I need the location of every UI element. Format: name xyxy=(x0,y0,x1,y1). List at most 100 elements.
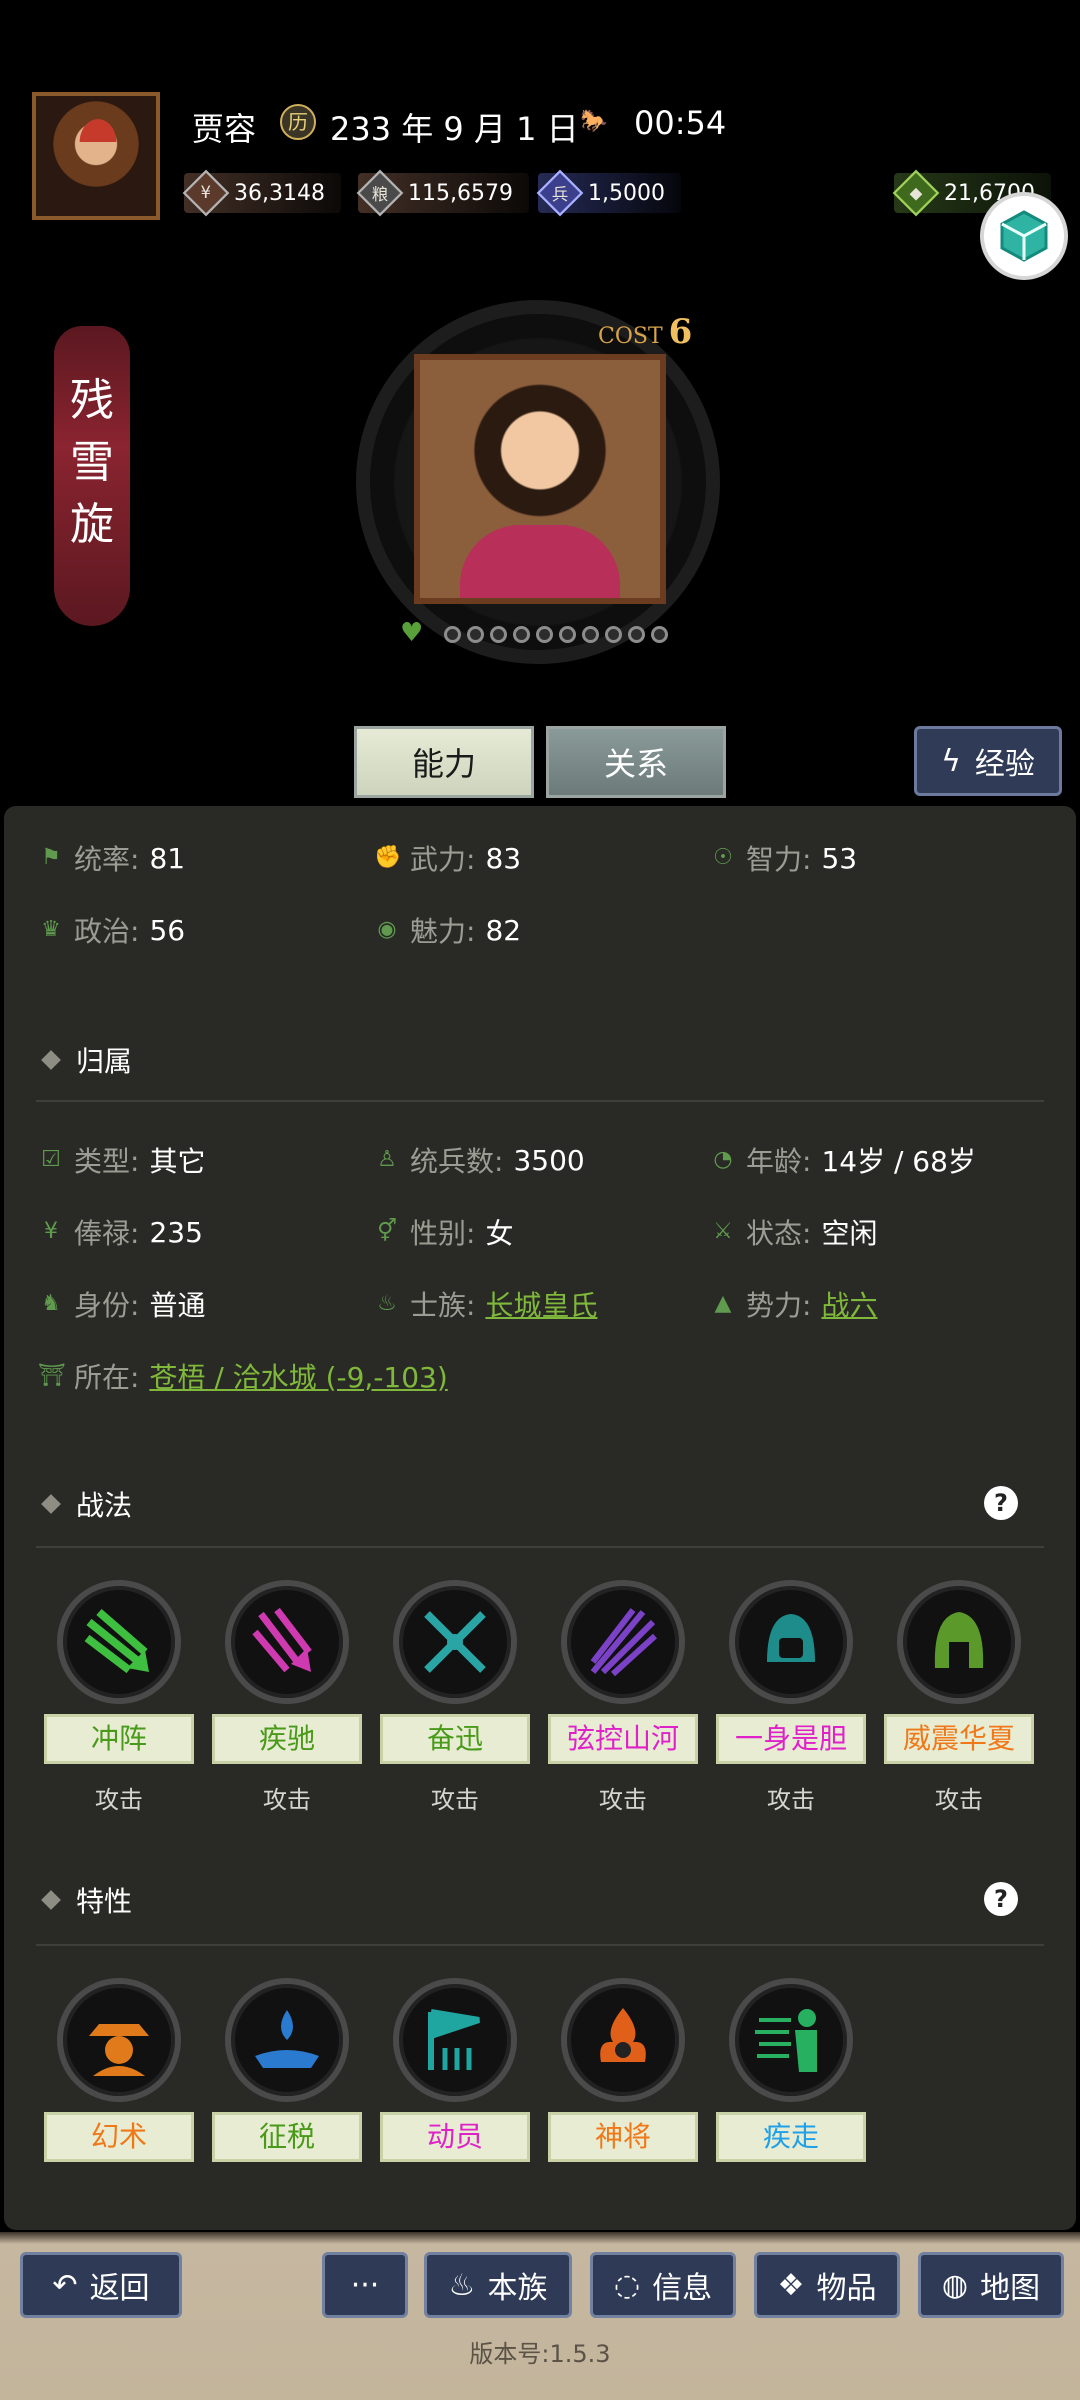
divider xyxy=(36,1546,1044,1548)
tactic-type: 攻击 xyxy=(431,1786,479,1814)
more-icon: ··· xyxy=(350,2267,380,2303)
clan-icon: ♨ xyxy=(448,2267,476,2303)
roaring-helmet-icon xyxy=(729,1580,853,1704)
trait-name: 征税 xyxy=(212,2112,362,2162)
diamond-icon xyxy=(41,1890,61,1910)
globe-icon: ◍ xyxy=(941,2267,969,2303)
character-portrait[interactable] xyxy=(414,354,666,604)
trait-name: 疾走 xyxy=(716,2112,866,2162)
brain-icon: ☉ xyxy=(713,845,733,870)
favor-dot xyxy=(536,625,553,643)
items-button[interactable]: ❖ 物品 xyxy=(754,2252,900,2318)
chest-icon: ❖ xyxy=(777,2267,805,2303)
stat-command: ⚑ 统率: 81 xyxy=(38,838,185,878)
info-faction: ▲ 势力: 战六 xyxy=(710,1284,878,1324)
info-location: ⛩ 所在: 苍梧 / 洽水城 (-9,-103) xyxy=(38,1356,448,1396)
game-date: 233 年 9 月 1 日 xyxy=(330,110,579,148)
flag-icon: ⚑ xyxy=(41,845,61,870)
info-age: ◔ 年龄: 14岁 / 68岁 xyxy=(710,1140,976,1180)
player-name: 贾容 xyxy=(192,110,257,148)
trait-item[interactable]: 动员 xyxy=(380,1978,530,2162)
chess-piece-icon: ♞ xyxy=(41,1291,61,1316)
diamond-icon xyxy=(41,1050,61,1070)
resource-grain[interactable]: 粮 115,6579 xyxy=(356,168,529,218)
tactic-name: 一身是胆 xyxy=(716,1714,866,1764)
favor-dot xyxy=(467,625,484,643)
fist-icon: ✊ xyxy=(374,845,402,870)
diamond-icon xyxy=(41,1494,61,1514)
tab-relation[interactable]: 关系 xyxy=(546,726,726,798)
tactic-item[interactable]: 一身是胆 攻击 xyxy=(716,1580,866,1815)
info-clan: ♨ 士族: 长城皇氏 xyxy=(374,1284,597,1324)
tactic-name: 威震华夏 xyxy=(884,1714,1034,1764)
charge-arrows-icon xyxy=(57,1580,181,1704)
traits-help-icon[interactable]: ? xyxy=(984,1882,1018,1916)
back-button[interactable]: ↶ 返回 xyxy=(20,2252,182,2318)
info-button[interactable]: ◌ 信息 xyxy=(590,2252,736,2318)
running-figure-icon xyxy=(729,1978,853,2102)
stat-force: ✊ 武力: 83 xyxy=(374,841,522,877)
version-label: 版本号:1.5.3 xyxy=(469,2340,611,2368)
tactic-type: 攻击 xyxy=(95,1786,143,1814)
tactic-name: 弦控山河 xyxy=(548,1714,698,1764)
favor-dot xyxy=(444,625,461,643)
tactic-type: 攻击 xyxy=(935,1786,983,1814)
divider xyxy=(36,1944,1044,1946)
chat-bubble-icon: ◌ xyxy=(613,2267,641,2303)
arrow-volley-icon xyxy=(561,1580,685,1704)
back-arrow-icon: ↶ xyxy=(52,2267,78,2303)
gallop-arrows-icon xyxy=(225,1580,349,1704)
section-tactics: 战法 xyxy=(41,1484,132,1524)
favor-dot xyxy=(582,625,599,643)
resource-coin[interactable]: ¥ 36,3148 xyxy=(182,168,341,218)
tactic-item[interactable]: 奋迅 攻击 xyxy=(380,1580,530,1815)
trait-name: 幻术 xyxy=(44,2112,194,2162)
spartan-helmet-icon xyxy=(897,1580,1021,1704)
favor-dot xyxy=(490,625,507,643)
cube-button[interactable] xyxy=(980,192,1068,280)
location-link[interactable]: 苍梧 / 洽水城 (-9,-103) xyxy=(149,1356,447,1396)
clan-link[interactable]: 长城皇氏 xyxy=(485,1284,597,1324)
calendar-icon: 历 xyxy=(280,104,316,140)
tactic-item[interactable]: 疾驰 攻击 xyxy=(212,1580,362,1815)
flame-warrior-icon xyxy=(561,1978,685,2102)
heart-icon: ♥ xyxy=(400,618,424,648)
lightning-icon: ϟ xyxy=(941,743,961,779)
trait-name: 动员 xyxy=(380,2112,530,2162)
trait-item[interactable]: 征税 xyxy=(212,1978,362,2162)
age-icon: ◔ xyxy=(713,1147,733,1172)
experience-button[interactable]: ϟ 经验 xyxy=(914,726,1062,796)
map-button[interactable]: ◍ 地图 xyxy=(918,2252,1064,2318)
tab-ability[interactable]: 能力 xyxy=(354,726,534,798)
favor-dot xyxy=(605,625,622,643)
favor-dot xyxy=(513,625,530,643)
castle-icon: ⛩ xyxy=(38,1363,66,1388)
game-time: 00:54 xyxy=(634,104,727,142)
more-button[interactable]: ··· xyxy=(322,2252,408,2318)
tactic-item[interactable]: 弦控山河 攻击 xyxy=(548,1580,698,1815)
tactic-name: 冲阵 xyxy=(44,1714,194,1764)
title-banner-text: 残雪旋 xyxy=(70,375,114,550)
clan-icon: ♨ xyxy=(377,1291,397,1316)
info-identity: ♞ 身份: 普通 xyxy=(38,1284,205,1324)
trait-name: 神将 xyxy=(548,2112,698,2162)
tactic-item[interactable]: 冲阵 攻击 xyxy=(44,1580,194,1815)
tactics-help-icon[interactable]: ? xyxy=(984,1486,1018,1520)
faction-link[interactable]: 战六 xyxy=(821,1284,877,1324)
masked-figure-icon xyxy=(57,1978,181,2102)
trait-item[interactable]: 疾走 xyxy=(716,1978,866,2162)
resource-soldier[interactable]: 兵 1,5000 xyxy=(536,168,681,218)
tactic-name: 奋迅 xyxy=(380,1714,530,1764)
info-troops: ♙ 统兵数: 3500 xyxy=(374,1140,585,1180)
favor-dot xyxy=(651,625,668,643)
trait-item[interactable]: 幻术 xyxy=(44,1978,194,2162)
favor-dot xyxy=(628,625,645,643)
trait-item[interactable]: 神将 xyxy=(548,1978,698,2162)
clan-button[interactable]: ♨ 本族 xyxy=(424,2252,572,2318)
favor-dots: ♥ xyxy=(400,620,668,648)
crown-icon: ♛ xyxy=(41,917,61,942)
gender-icon: ⚥ xyxy=(377,1219,397,1244)
player-avatar[interactable] xyxy=(32,92,160,220)
tactic-item[interactable]: 威震华夏 攻击 xyxy=(884,1580,1034,1815)
calendar-check-icon: ☑ xyxy=(41,1147,61,1172)
